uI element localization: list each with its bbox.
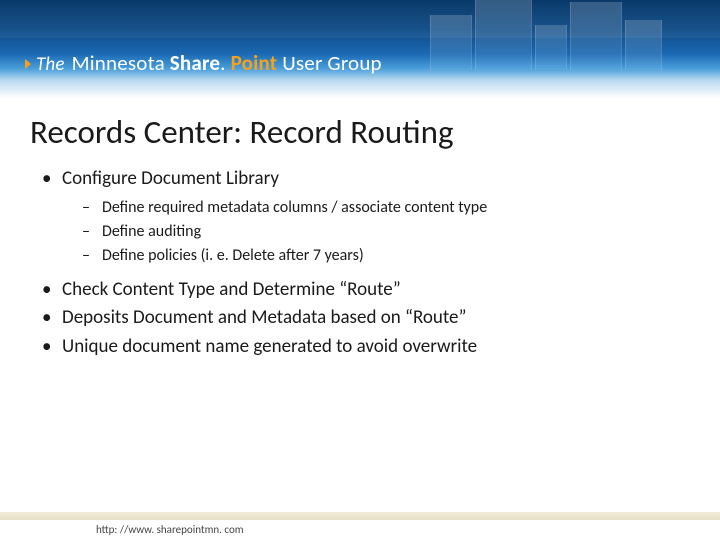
footer-url: http: //www. sharepointmn. com: [96, 523, 244, 536]
footer-divider: [0, 512, 720, 520]
banner-word-usergroup: User Group: [282, 50, 382, 76]
sub-bullet-text: Define auditing: [102, 222, 201, 241]
banner-title: The Minnesota Share. Point User Group: [22, 50, 382, 76]
bullet-item: Check Content Type and Determine “Route”: [40, 276, 680, 305]
bullet-text: Deposits Document and Metadata based on …: [62, 306, 466, 329]
bullet-item: Deposits Document and Metadata based on …: [40, 304, 680, 333]
bullet-text: Configure Document Library: [62, 167, 279, 190]
bullet-item: Configure Document Library Define requir…: [40, 165, 680, 268]
arrow-icon: [25, 59, 31, 69]
sub-bullet-item: Define required metadata columns / assoc…: [62, 196, 680, 220]
sub-bullet-item: Define policies (i. e. Delete after 7 ye…: [62, 244, 680, 268]
banner-word-point: Point: [231, 50, 278, 76]
banner-word-minnesota: Minnesota: [72, 50, 165, 76]
slide-title: Records Center: Record Routing: [30, 112, 454, 152]
banner-word-the: The: [36, 53, 65, 76]
bullet-text: Check Content Type and Determine “Route”: [62, 278, 401, 301]
skyline-graphic: [430, 0, 690, 80]
title-banner: The Minnesota Share. Point User Group: [0, 0, 720, 98]
slide-content: Configure Document Library Define requir…: [40, 165, 680, 361]
sub-bullet-text: Define policies (i. e. Delete after 7 ye…: [102, 246, 364, 265]
banner-word-share: Share: [170, 50, 220, 76]
bullet-item: Unique document name generated to avoid …: [40, 333, 680, 362]
sub-bullet-text: Define required metadata columns / assoc…: [102, 198, 487, 217]
bullet-text: Unique document name generated to avoid …: [62, 335, 477, 358]
sub-bullet-item: Define auditing: [62, 220, 680, 244]
